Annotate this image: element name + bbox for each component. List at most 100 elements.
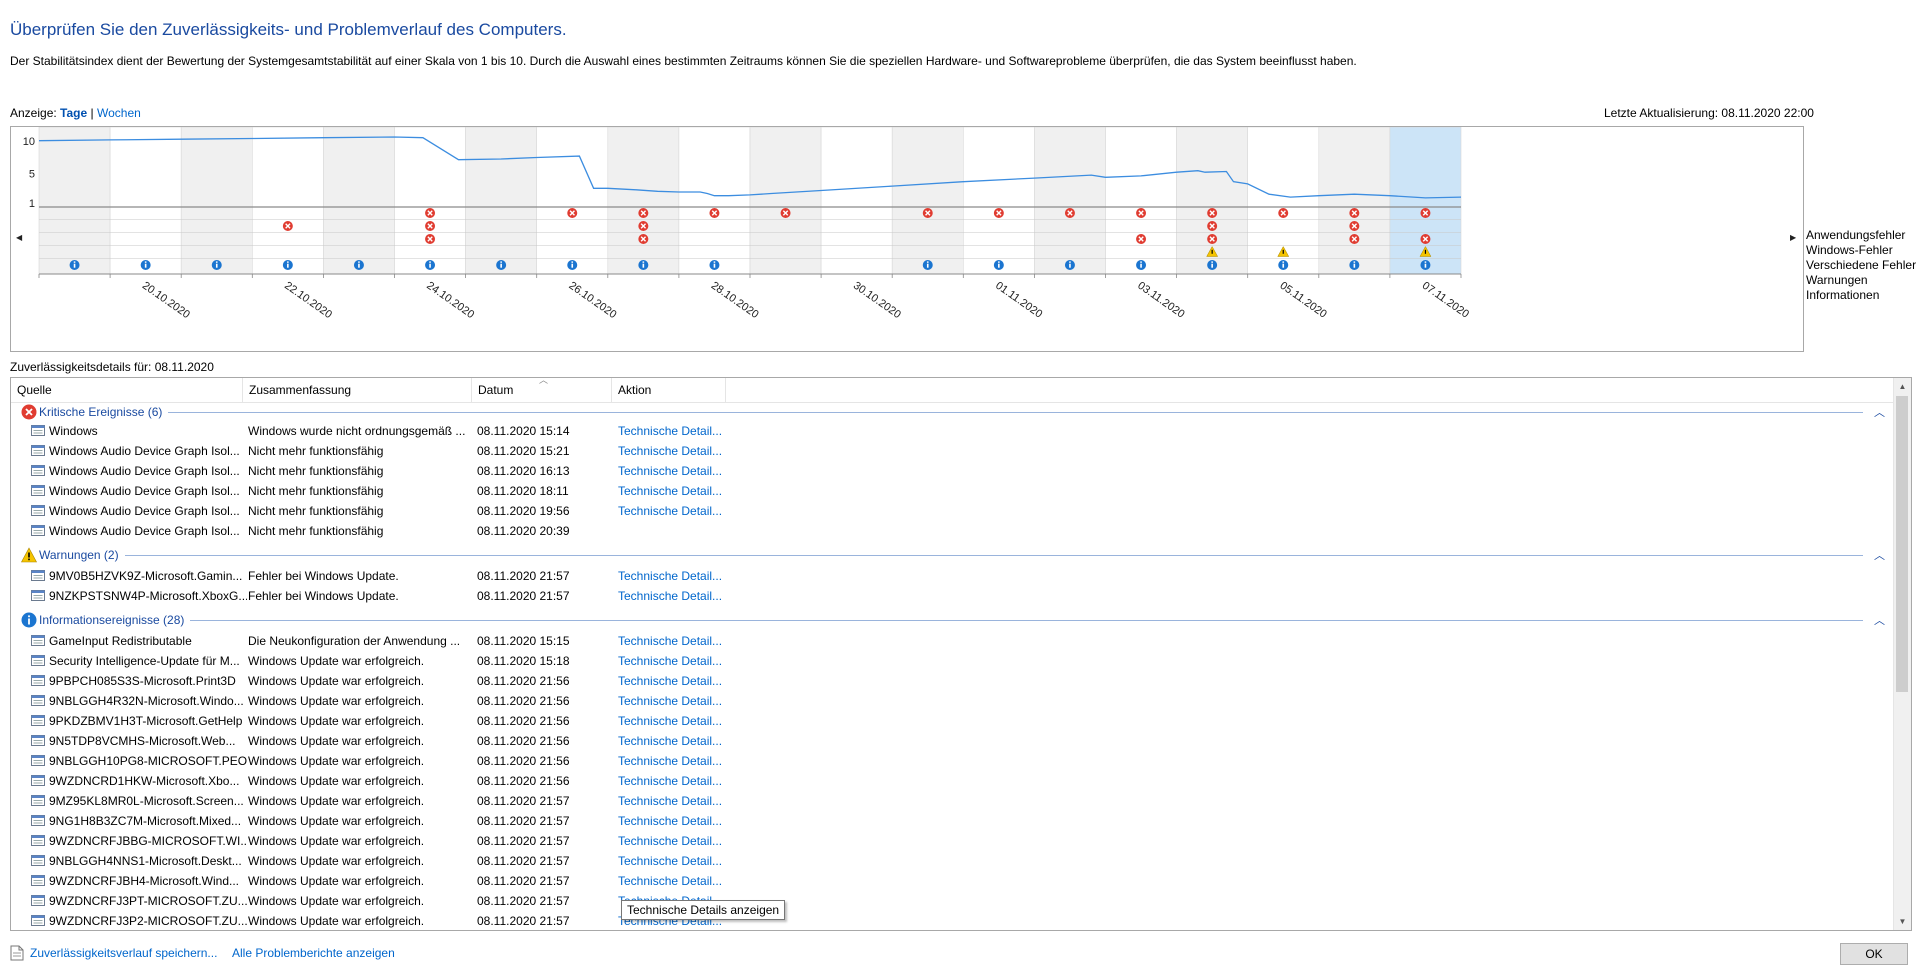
cell-source: 9WZDNCRD1HKW-Microsoft.Xbo... xyxy=(49,774,240,788)
day-column[interactable] xyxy=(180,127,253,275)
table-row[interactable]: Windows Windows wurde nicht ordnungsgemäß… xyxy=(11,421,1893,441)
technical-details-link[interactable]: Technische Detail... xyxy=(618,654,748,668)
save-history-link[interactable]: Zuverlässigkeitsverlauf speichern... xyxy=(30,946,217,960)
warning-marker-mark xyxy=(1282,249,1284,254)
technical-details-link[interactable]: Technische Detail... xyxy=(618,464,748,478)
table-row[interactable]: 9N5TDP8VCMHS-Microsoft.Web... Windows Upd… xyxy=(11,731,1893,751)
day-column[interactable] xyxy=(607,127,680,275)
day-column[interactable] xyxy=(536,127,609,275)
scroll-down-icon[interactable]: ▼ xyxy=(1894,913,1911,930)
technical-details-link[interactable]: Technische Detail... xyxy=(618,794,748,808)
collapse-chevron-icon[interactable]: ︿ xyxy=(1874,612,1885,628)
table-row[interactable]: 9NBLGGH4R32N-Microsoft.Windo... Windows U… xyxy=(11,691,1893,711)
technical-details-link[interactable]: Technische Detail... xyxy=(618,874,748,888)
column-header-summary[interactable]: Zusammenfassung xyxy=(243,378,472,402)
day-column[interactable] xyxy=(109,127,182,275)
table-row[interactable]: 9WZDNCRFJ3PT-MICROSOFT.ZU... Windows Upda… xyxy=(11,891,1893,911)
table-row[interactable]: 9NG1H8B3ZC7M-Microsoft.Mixed... Windows U… xyxy=(11,811,1893,831)
all-reports-link[interactable]: Alle Problemberichte anzeigen xyxy=(232,946,395,960)
collapse-chevron-icon[interactable]: ︿ xyxy=(1874,547,1885,563)
cell-source: 9NBLGGH4NNS1-Microsoft.Deskt... xyxy=(49,854,242,868)
table-row[interactable]: Windows Audio Device Graph Isol... Nicht … xyxy=(11,501,1893,521)
day-column[interactable] xyxy=(820,127,893,275)
application-icon xyxy=(31,815,45,826)
day-column[interactable] xyxy=(323,127,395,275)
cell-source: Security Intelligence-Update für M... xyxy=(49,654,240,668)
technical-details-link[interactable]: Technische Detail... xyxy=(618,444,748,458)
table-row[interactable]: Windows Audio Device Graph Isol... Nicht … xyxy=(11,481,1893,501)
scroll-up-icon[interactable]: ▲ xyxy=(1894,378,1911,395)
day-column[interactable] xyxy=(891,127,964,275)
date-tick-label: 20.10.2020 xyxy=(140,280,192,321)
technical-details-link[interactable]: Technische Detail... xyxy=(618,589,748,603)
technical-details-link[interactable]: Technische Detail... xyxy=(618,834,748,848)
day-column[interactable] xyxy=(749,127,822,275)
table-row[interactable]: Windows Audio Device Graph Isol... Nicht … xyxy=(11,441,1893,461)
day-column[interactable] xyxy=(678,127,751,275)
table-row[interactable]: 9PKDZBMV1H3T-Microsoft.GetHelp Windows Up… xyxy=(11,711,1893,731)
technical-details-link[interactable]: Technische Detail... xyxy=(618,634,748,648)
technical-details-link[interactable]: Technische Detail... xyxy=(618,694,748,708)
technical-details-link[interactable]: Technische Detail... xyxy=(618,674,748,688)
table-row[interactable]: 9MV0B5HZVK9Z-Microsoft.Gamin... Fehler be… xyxy=(11,566,1893,586)
legend-item: Informationen xyxy=(1806,288,1880,302)
table-row[interactable]: Security Intelligence-Update für M... Win… xyxy=(11,651,1893,671)
technical-details-link[interactable]: Technische Detail... xyxy=(618,484,748,498)
application-icon xyxy=(31,755,45,766)
table-row[interactable]: 9WZDNCRFJ3P2-MICROSOFT.ZU... Windows Upda… xyxy=(11,911,1893,930)
vertical-scrollbar[interactable]: ▲ ▼ xyxy=(1893,378,1911,930)
group-header-error[interactable]: Kritische Ereignisse (6) ︿ xyxy=(11,402,1893,422)
chart-scroll-left-icon[interactable]: ◀ xyxy=(16,233,22,242)
table-row[interactable]: Windows Audio Device Graph Isol... Nicht … xyxy=(11,461,1893,481)
technical-details-link[interactable]: Technische Detail... xyxy=(618,854,748,868)
cell-summary: Nicht mehr funktionsfähig xyxy=(248,464,384,478)
table-row[interactable]: 9PBPCH085S3S-Microsoft.Print3D Windows Up… xyxy=(11,671,1893,691)
technical-details-link[interactable]: Technische Detail... xyxy=(618,424,748,438)
table-row[interactable]: 9MZ95KL8MR0L-Microsoft.Screen... Windows … xyxy=(11,791,1893,811)
day-column[interactable] xyxy=(38,127,111,275)
day-column[interactable] xyxy=(465,127,538,275)
view-weeks-link[interactable]: Wochen xyxy=(97,106,141,120)
info-marker-dot xyxy=(926,261,929,263)
day-column[interactable] xyxy=(1105,127,1177,275)
table-row[interactable]: 9WZDNCRD1HKW-Microsoft.Xbo... Windows Upd… xyxy=(11,771,1893,791)
table-row[interactable]: GameInput Redistributable Die Neukonfigur… xyxy=(11,631,1893,651)
chart-scroll-right-icon[interactable]: ▶ xyxy=(1790,233,1796,242)
ok-button[interactable]: OK xyxy=(1840,943,1908,965)
technical-details-link[interactable]: Technische Detail... xyxy=(618,714,748,728)
info-icon xyxy=(21,612,37,628)
table-row[interactable]: 9WZDNCRFJBH4-Microsoft.Wind... Windows Up… xyxy=(11,871,1893,891)
technical-details-link[interactable]: Technische Detail... xyxy=(618,504,748,518)
technical-details-link[interactable]: Technische Detail... xyxy=(618,754,748,768)
details-label: Zuverlässigkeitsdetails für: 08.11.2020 xyxy=(10,360,214,374)
column-header-source[interactable]: Quelle xyxy=(11,378,243,402)
technical-details-link[interactable]: Technische Detail... xyxy=(618,774,748,788)
group-header-info[interactable]: Informationsereignisse (28) ︿ xyxy=(11,610,1893,630)
day-column[interactable] xyxy=(1318,127,1391,275)
table-row[interactable]: Windows Audio Device Graph Isol... Nicht … xyxy=(11,521,1893,541)
column-header-action[interactable]: Aktion xyxy=(612,378,726,402)
stability-chart-svg[interactable]: 10 5 1 20.10.2020 22.10.2020 24.10.2020 26.10.… xyxy=(11,127,1803,351)
day-column[interactable] xyxy=(962,127,1035,275)
stability-chart[interactable]: 10 5 1 20.10.2020 22.10.2020 24.10.2020 26.10.… xyxy=(10,126,1804,352)
collapse-chevron-icon[interactable]: ︿ xyxy=(1874,404,1885,420)
info-marker-dot xyxy=(1353,261,1356,263)
day-column[interactable] xyxy=(394,127,466,275)
cell-date: 08.11.2020 21:57 xyxy=(477,834,570,848)
scroll-thumb[interactable] xyxy=(1896,396,1908,692)
table-row[interactable]: 9NBLGGH4NNS1-Microsoft.Deskt... Windows U… xyxy=(11,851,1893,871)
table-row[interactable]: 9WZDNCRFJBBG-MICROSOFT.WI... Windows Upda… xyxy=(11,831,1893,851)
day-column[interactable] xyxy=(1034,127,1106,275)
table-row[interactable]: 9NBLGGH10PG8-MICROSOFT.PEO... Windows Upd… xyxy=(11,751,1893,771)
group-header-warning[interactable]: Warnungen (2) ︿ xyxy=(11,545,1893,565)
table-row[interactable]: 9NZKPSTSNW4P-Microsoft.XboxG... Fehler be… xyxy=(11,586,1893,606)
info-marker-mark xyxy=(1140,263,1142,268)
technical-details-link[interactable]: Technische Detail... xyxy=(618,569,748,583)
info-marker-mark xyxy=(1282,263,1285,268)
view-days-link[interactable]: Tage xyxy=(60,106,87,120)
day-column[interactable] xyxy=(252,127,324,275)
technical-details-link[interactable]: Technische Detail... xyxy=(618,814,748,828)
cell-source: Windows xyxy=(49,424,98,438)
technical-details-link[interactable]: Technische Detail... xyxy=(618,734,748,748)
info-marker-mark xyxy=(998,263,1000,268)
